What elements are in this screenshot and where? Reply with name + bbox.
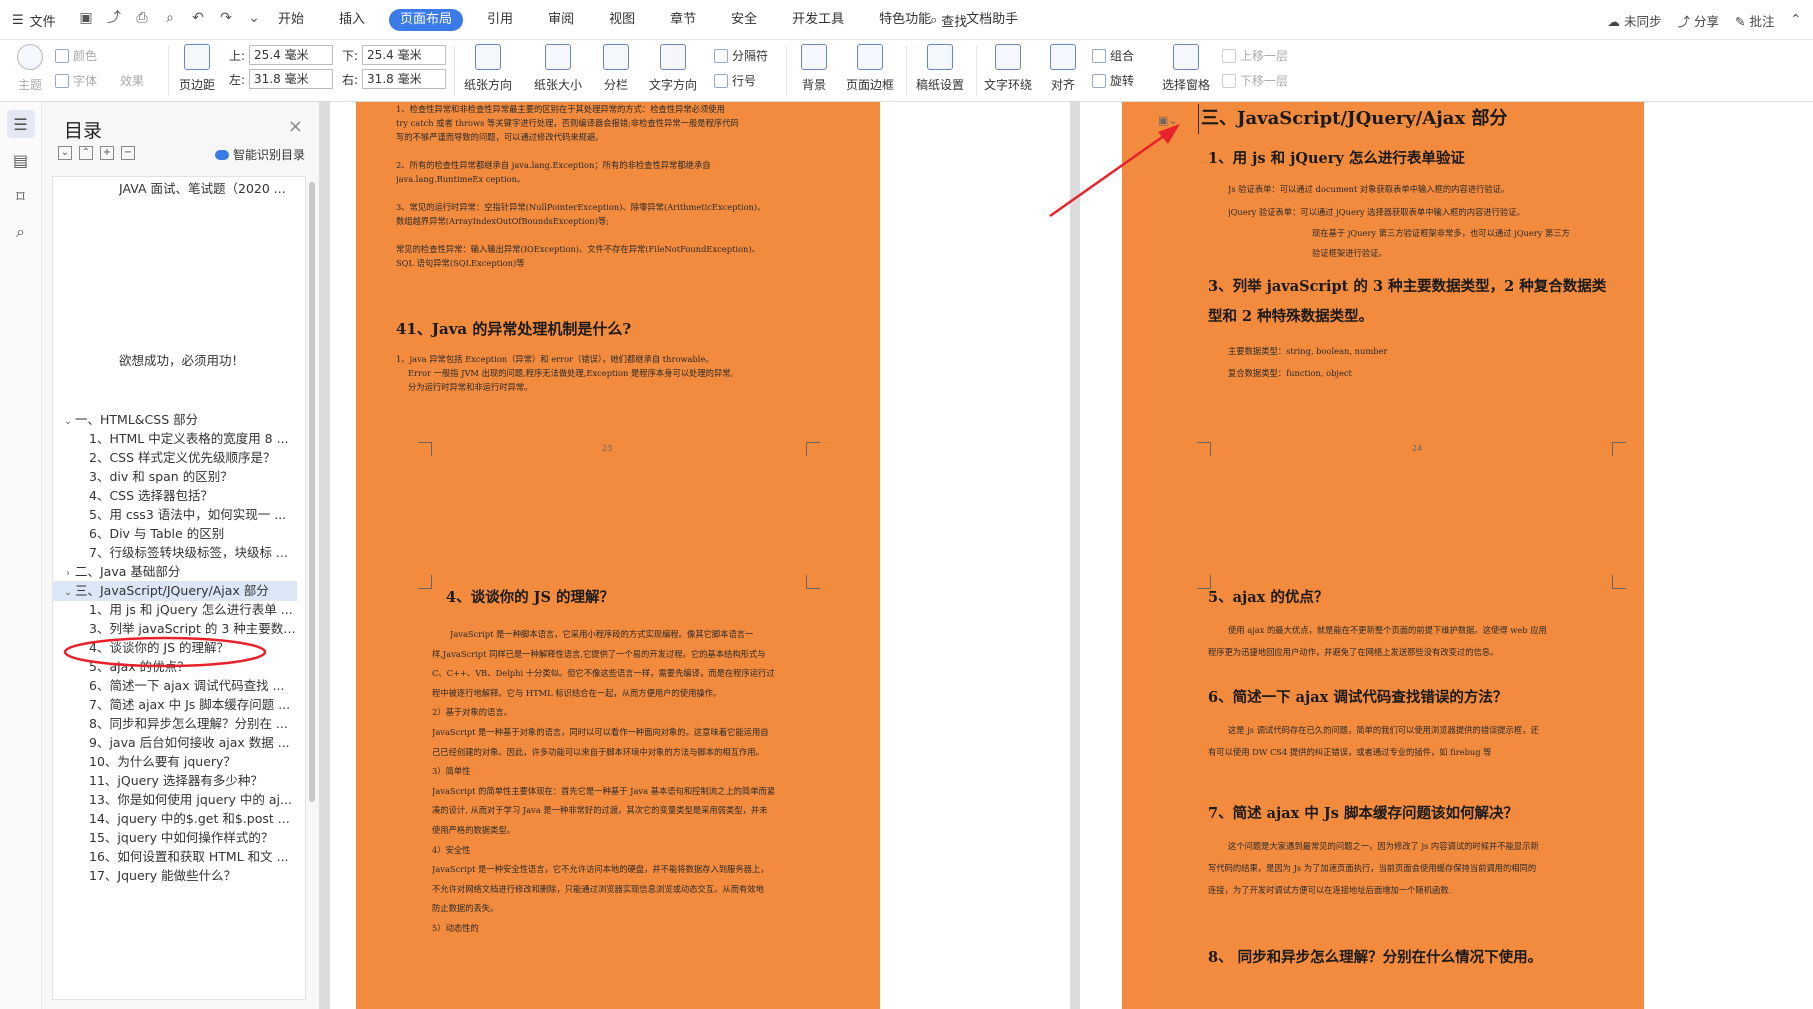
annotation-overlay bbox=[63, 124, 1180, 668]
app-window: ☰ 文件 ▣ ⤴ ⎙ ⌕ ↶ ↷ ⌄ 开始 插入 页面布局 引用 审阅 视图 章… bbox=[0, 0, 1813, 1009]
arrow-head-icon bbox=[1158, 124, 1180, 144]
arrow-line bbox=[1049, 131, 1169, 218]
highlight-circle bbox=[63, 636, 267, 668]
